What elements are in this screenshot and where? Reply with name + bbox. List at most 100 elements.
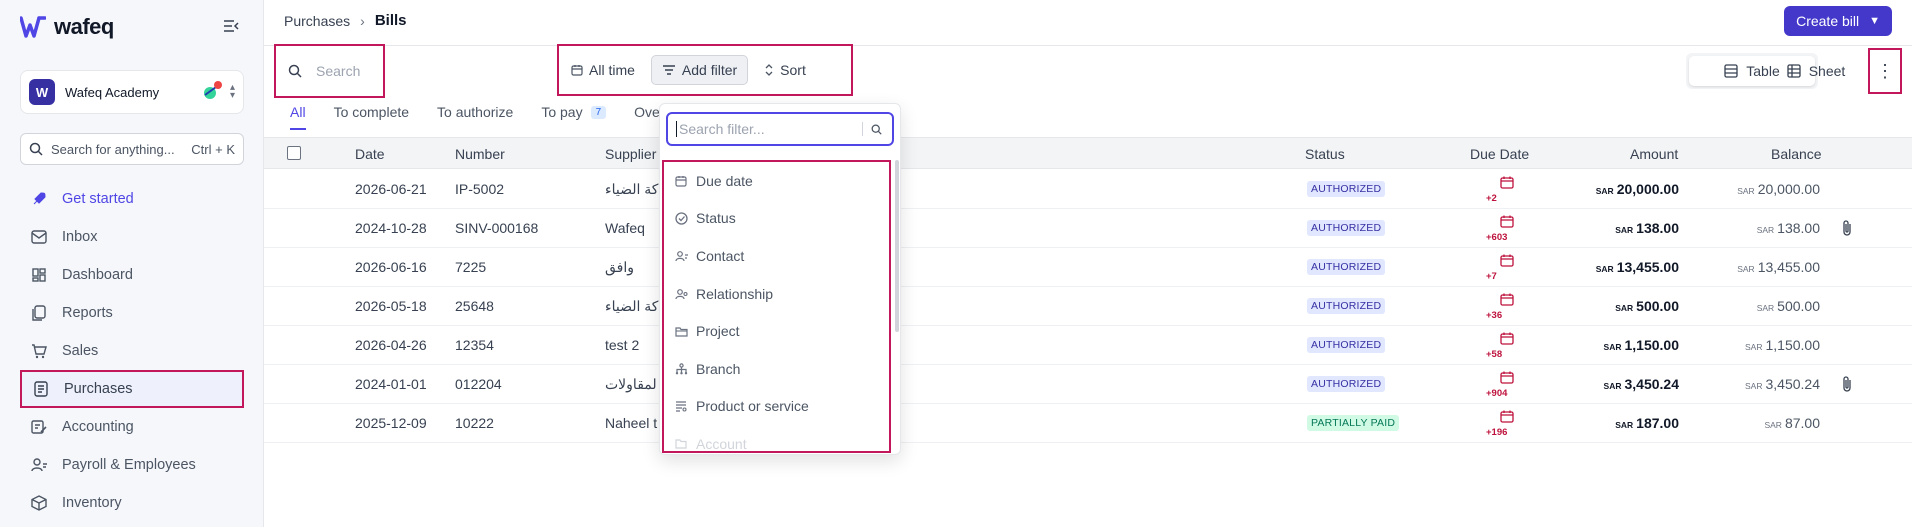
table-row[interactable]: 2025-12-09 10222 Naheel t PARTIALLY PAID +19… [264, 404, 1912, 443]
column-header-number[interactable]: Number [455, 146, 505, 162]
filter-option-account[interactable]: Account [664, 425, 889, 451]
search-input[interactable]: Search [274, 44, 385, 98]
create-bill-button[interactable]: Create bill ▼ [1784, 6, 1892, 36]
balance-value: 87.00 [1784, 415, 1820, 431]
status-badge: AUTHORIZED [1307, 337, 1386, 353]
cell-number: 25648 [455, 298, 494, 314]
filter-option-label: Project [696, 323, 740, 340]
view-sheet-label: Sheet [1808, 63, 1846, 79]
global-search-input[interactable]: Search for anything... Ctrl + K [20, 133, 244, 165]
table-row[interactable]: 2026-06-16 7225 وافق AUTHORIZED +7 SAR 13,455.… [264, 248, 1912, 287]
more-options-icon[interactable]: ⋮ [1868, 48, 1902, 94]
sidebar-item-get-started[interactable]: Get started [20, 180, 244, 218]
filter-list-scrollbar[interactable] [895, 160, 899, 332]
filter-dropdown: Search filter... Due date Status Contact Re… [659, 103, 901, 455]
table-row[interactable]: 2026-05-18 25648 كة الضياء AUTHORIZED +36 SAR… [264, 287, 1912, 326]
attachment-icon[interactable] [1841, 219, 1855, 237]
filter-option-status[interactable]: Status [664, 200, 889, 238]
org-avatar: W [29, 79, 55, 105]
amount-value: 138.00 [1636, 220, 1679, 236]
breadcrumb: Purchases › Bills [284, 12, 407, 29]
sidebar-item-reports[interactable]: Reports [20, 294, 244, 332]
cell-date: 2026-04-26 [355, 337, 427, 353]
days-overdue: +58 [1486, 349, 1503, 360]
filter-option-relationship[interactable]: Relationship [664, 275, 889, 313]
status-badge: PARTIALLY PAID [1307, 415, 1400, 431]
table-row[interactable]: 2026-04-26 12354 test 2 AUTHORIZED +58 SAR 1,1… [264, 326, 1912, 365]
date-range-label: All time [589, 62, 635, 78]
check-circle-icon [674, 211, 688, 225]
search-shortcut: Ctrl + K [191, 141, 235, 157]
add-filter-button[interactable]: Add filter [650, 55, 749, 85]
currency-label: SAR [1764, 420, 1782, 430]
table-row[interactable]: 2024-10-28 SINV-000168 Wafeq AUTHORIZED +603… [264, 209, 1912, 248]
filter-option-contact[interactable]: Contact [664, 237, 889, 275]
cell-supplier: Wafeq [605, 220, 645, 236]
logo[interactable]: wafeq [20, 14, 114, 40]
status-badge: AUTHORIZED [1307, 220, 1386, 236]
sidebar-item-purchases[interactable]: Purchases [20, 370, 244, 408]
cell-number: IP-5002 [455, 181, 505, 197]
balance-value: 1,150.00 [1765, 337, 1821, 353]
currency-label: SAR [1615, 303, 1634, 313]
days-overdue: +196 [1486, 427, 1508, 438]
table-row[interactable]: 2024-01-01 012204 لمقاولات AUTHORIZED +904 SA… [264, 365, 1912, 404]
currency-label: SAR [1595, 186, 1614, 196]
global-search-placeholder: Search for anything... [51, 141, 175, 157]
tab-to-authorize[interactable]: To authorize [437, 104, 513, 130]
due-date-indicator: +36 [1486, 293, 1518, 321]
sidebar-item-sales[interactable]: Sales [20, 332, 244, 370]
tab-count-badge: 7 [590, 105, 607, 119]
topbar: Purchases › Bills Create bill ▼ [264, 0, 1912, 46]
column-header-status[interactable]: Status [1305, 146, 1345, 162]
collapse-sidebar-icon[interactable] [222, 18, 240, 34]
currency-label: SAR [1603, 342, 1622, 352]
tab-all[interactable]: All [290, 104, 306, 130]
sidebar-item-inbox[interactable]: Inbox [20, 218, 244, 256]
filter-search-input[interactable]: Search filter... [666, 112, 894, 146]
tab-overdue[interactable]: Ove [634, 104, 660, 130]
days-overdue: +2 [1486, 193, 1497, 204]
column-header-due-date[interactable]: Due Date [1470, 146, 1529, 162]
cart-icon [30, 342, 48, 360]
sidebar-nav: Get started Inbox Dashboard Reports Sale… [20, 180, 244, 522]
filter-option-product-or-service[interactable]: Product or service [664, 388, 889, 426]
column-header-supplier[interactable]: Supplier [605, 146, 656, 162]
branch-icon [674, 362, 688, 376]
select-all-checkbox[interactable] [287, 146, 301, 160]
notification-icon[interactable] [202, 81, 222, 101]
org-name: Wafeq Academy [65, 84, 160, 100]
days-overdue: +7 [1486, 271, 1497, 282]
status-badge: AUTHORIZED [1307, 259, 1386, 275]
tab-label: Ove [634, 104, 660, 120]
tab-to-pay[interactable]: To pay 7 [541, 104, 607, 130]
sidebar-item-dashboard[interactable]: Dashboard [20, 256, 244, 294]
page-title: Bills [374, 12, 407, 29]
table-row[interactable]: 2026-06-21 IP-5002 كة الضياء AUTHORIZED +2 SA… [264, 170, 1912, 209]
column-header-balance[interactable]: Balance [1771, 146, 1822, 162]
column-header-amount[interactable]: Amount [1630, 146, 1678, 162]
sort-button[interactable]: Sort [754, 55, 816, 85]
sidebar-item-label: Accounting [62, 419, 134, 435]
filter-option-label: Due date [696, 172, 753, 189]
account-icon [674, 437, 688, 451]
sidebar-item-inventory[interactable]: Inventory [20, 484, 244, 522]
cell-number: 012204 [455, 376, 502, 392]
view-table-label: Table [1746, 63, 1780, 79]
breadcrumb-purchases[interactable]: Purchases [284, 13, 350, 29]
amount-value: 3,450.24 [1624, 376, 1680, 392]
filter-option-due-date[interactable]: Due date [664, 162, 889, 200]
date-range-button[interactable]: All time [571, 55, 645, 85]
column-header-date[interactable]: Date [355, 146, 385, 162]
sidebar-item-payroll[interactable]: Payroll & Employees [20, 446, 244, 484]
org-switcher[interactable]: W Wafeq Academy ▴ ▾ [20, 70, 244, 114]
amount-value: 1,150.00 [1624, 337, 1680, 353]
balance-value: 500.00 [1777, 298, 1820, 314]
view-sheet-button[interactable]: Sheet [1776, 53, 1856, 89]
filter-option-project[interactable]: Project [664, 312, 889, 350]
tab-to-complete[interactable]: To complete [334, 104, 409, 130]
tab-label: All [290, 104, 306, 120]
sidebar-item-accounting[interactable]: Accounting [20, 408, 244, 446]
filter-option-branch[interactable]: Branch [664, 350, 889, 388]
attachment-icon[interactable] [1841, 375, 1855, 393]
